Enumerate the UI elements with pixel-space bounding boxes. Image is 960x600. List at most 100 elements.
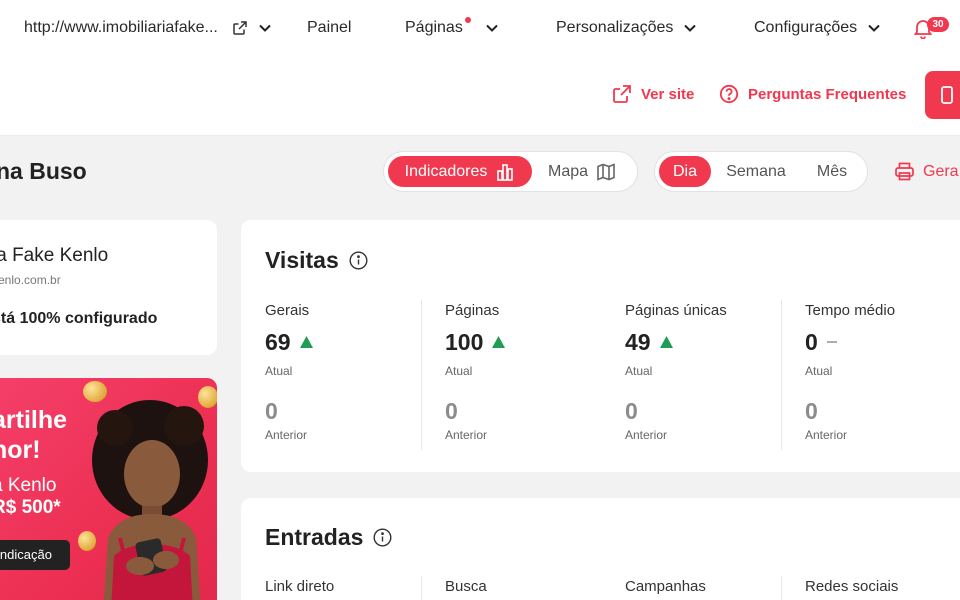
- map-icon: [597, 162, 615, 181]
- entradas-card: Entradas Link direto Busca Campanhas Red…: [241, 498, 960, 600]
- generate-report-label: Gera: [923, 162, 959, 180]
- chevron-down-icon: [868, 24, 880, 32]
- metric-value-number: 69: [265, 328, 291, 355]
- promo-subline: a Kenlo: [0, 475, 57, 496]
- ver-site-label: Ver site: [641, 85, 695, 103]
- tab-label: Semana: [726, 162, 786, 180]
- profile-status: stá 100% configurado: [0, 310, 158, 327]
- metric-current-label: Atual: [265, 364, 293, 378]
- nav-item-label: Páginas: [405, 19, 463, 36]
- trend-up-icon: [659, 336, 673, 348]
- nav-item-label: Configurações: [754, 19, 858, 36]
- tab-semana[interactable]: Semana: [711, 156, 801, 187]
- metric-value: 0: [805, 329, 960, 355]
- faq-link[interactable]: Perguntas Frequentes: [719, 84, 906, 104]
- nav-item-label: Personalizações: [556, 19, 674, 36]
- promo-headline-line: hor!: [0, 436, 41, 464]
- question-circle-icon: [719, 84, 739, 104]
- person-illustration: [92, 400, 208, 600]
- trend-up-icon: [492, 336, 506, 348]
- metric-previous-value: 0: [805, 398, 818, 424]
- chevron-down-icon: [684, 24, 697, 32]
- nav-item-painel[interactable]: Painel: [307, 17, 351, 39]
- card-title-text: Visitas: [265, 247, 339, 273]
- bar-chart-icon: [497, 163, 514, 181]
- metric-label: Páginas únicas: [625, 302, 727, 319]
- info-icon[interactable]: [373, 528, 392, 547]
- metric-paginas: Páginas 100 Atual 0 Anterior: [445, 302, 625, 442]
- metric-previous-label: Anterior: [805, 428, 848, 442]
- referral-button[interactable]: indicação: [0, 540, 70, 570]
- metric-value: 49: [625, 329, 805, 355]
- tab-indicadores[interactable]: Indicadores: [388, 156, 532, 187]
- external-link-icon: [613, 85, 631, 103]
- metric-value-number: 100: [445, 328, 484, 355]
- tab-label: Mapa: [547, 162, 589, 180]
- generate-report-link[interactable]: Gera: [894, 161, 959, 182]
- metric-current-label: Atual: [805, 364, 833, 378]
- referral-banner[interactable]: artilhe hor! a Kenlo R$ 500* indicação: [0, 378, 217, 600]
- tab-label: Mês: [816, 162, 848, 180]
- tab-label: Indicadores: [404, 162, 488, 180]
- notification-dot: [465, 17, 471, 23]
- metric-label: Páginas: [445, 302, 500, 319]
- metric-busca: Busca: [445, 578, 487, 595]
- profile-url: kenlo.com.br: [0, 273, 61, 287]
- tab-mes[interactable]: Mês: [801, 156, 863, 187]
- tab-mapa[interactable]: Mapa: [532, 156, 632, 187]
- chevron-down-icon: [486, 24, 498, 32]
- metric-gerais: Gerais 69 Atual 0 Anterior: [265, 302, 445, 442]
- info-icon[interactable]: [349, 251, 368, 270]
- metric-label: Gerais: [265, 302, 310, 319]
- trend-up-icon: [299, 336, 313, 348]
- metric-previous-label: Anterior: [265, 428, 308, 442]
- top-navigation-bar: http://www.imobiliariafake... Painel Pág…: [0, 0, 960, 56]
- metric-value: 100: [445, 329, 625, 355]
- notification-badge: 30: [927, 17, 949, 32]
- nav-item-paginas[interactable]: Páginas: [405, 17, 499, 39]
- metric-previous-label: Anterior: [445, 428, 488, 442]
- metric-previous-value: 0: [265, 398, 278, 424]
- nav-item-label: Painel: [307, 19, 352, 36]
- tab-label: Dia: [672, 162, 697, 180]
- metric-tempo-medio: Tempo médio 0 Atual 0 Anterior: [805, 302, 960, 442]
- metric-paginas-unicas: Páginas únicas 49 Atual 0 Anterior: [625, 302, 805, 442]
- period-toggle: Dia Semana Mês: [654, 151, 868, 192]
- metric-previous-value: 0: [445, 398, 458, 424]
- metric-value-number: 49: [625, 328, 651, 355]
- metric-previous-label: Anterior: [625, 428, 668, 442]
- visitas-card: Visitas Gerais 69 Atual 0 Anterior Págin…: [241, 220, 960, 472]
- primary-action-button[interactable]: [925, 71, 960, 119]
- metric-label: Tempo médio: [805, 302, 896, 319]
- view-toggle: Indicadores Mapa: [383, 151, 638, 192]
- trend-flat-icon: [826, 341, 837, 343]
- site-url-link[interactable]: http://www.imobiliariafake...: [24, 17, 272, 39]
- profile-name: ia Fake Kenlo: [0, 245, 109, 266]
- metric-previous-value: 0: [625, 398, 638, 424]
- metric-current-label: Atual: [445, 364, 473, 378]
- tab-dia[interactable]: Dia: [659, 156, 711, 187]
- promo-reward: R$ 500*: [0, 497, 61, 518]
- chevron-down-icon[interactable]: [258, 21, 272, 35]
- phone-icon: [941, 86, 953, 104]
- profile-card: ia Fake Kenlo kenlo.com.br stá 100% conf…: [0, 220, 217, 355]
- nav-item-personalizacoes[interactable]: Personalizações: [556, 17, 697, 39]
- promo-headline-line: artilhe: [0, 406, 68, 434]
- entradas-title: Entradas: [265, 524, 392, 551]
- metric-link-direto: Link direto: [265, 578, 335, 595]
- nav-item-configuracoes[interactable]: Configurações: [754, 17, 881, 39]
- metric-campanhas: Campanhas: [625, 578, 706, 595]
- external-link-icon[interactable]: [232, 20, 248, 36]
- metric-redes-sociais: Redes sociais: [805, 578, 899, 595]
- visitas-title: Visitas: [265, 247, 368, 274]
- site-url-text: http://www.imobiliariafake...: [24, 19, 218, 36]
- metric-current-label: Atual: [625, 364, 653, 378]
- ver-site-link[interactable]: Ver site: [612, 84, 694, 104]
- promo-headline: artilhe hor!: [0, 405, 67, 465]
- metric-value: 69: [265, 329, 445, 355]
- column-divider: [421, 576, 422, 600]
- card-title-text: Entradas: [265, 524, 364, 550]
- metric-value-number: 0: [805, 328, 818, 355]
- column-divider: [781, 576, 782, 600]
- page-title: na Buso: [0, 158, 87, 184]
